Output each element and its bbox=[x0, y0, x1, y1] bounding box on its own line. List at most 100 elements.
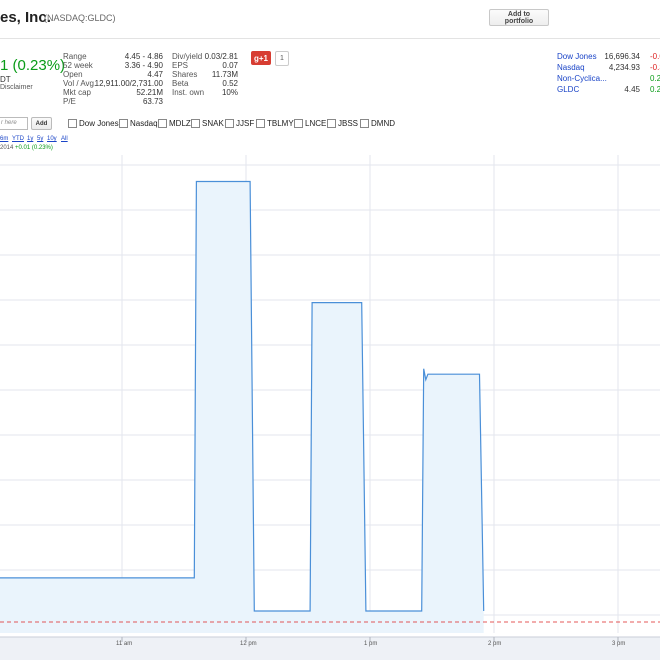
market-name-link[interactable]: Non-Cyclica... bbox=[557, 74, 607, 83]
market-row: Non-Cyclica... 0.2 bbox=[556, 74, 660, 85]
market-value: 4,234.93 bbox=[608, 63, 640, 72]
finance-page: es, Inc. (NASDAQ:GLDC) Add to portfolio … bbox=[0, 0, 660, 660]
stat-value: 63.73 bbox=[142, 97, 163, 106]
market-change: -0.3 bbox=[650, 63, 660, 72]
checkbox-icon bbox=[225, 118, 234, 128]
compare-checkbox-mdlz[interactable]: MDLZ bbox=[158, 117, 191, 129]
stat-row: 52 week 3.36 - 4.90 bbox=[63, 61, 163, 70]
stat-row: Open 4.47 bbox=[63, 70, 163, 79]
stat-value: 52.21M bbox=[136, 88, 163, 97]
stat-row: Shares 11.73M bbox=[172, 70, 238, 79]
stat-label: Div/yield bbox=[172, 52, 203, 61]
stat-label: Shares bbox=[172, 70, 198, 79]
compare-label: Nasdaq bbox=[130, 118, 158, 128]
compare-add-button[interactable]: Add bbox=[31, 117, 52, 130]
stat-row: Range 4.45 - 4.86 bbox=[63, 52, 163, 61]
time-axis-band bbox=[0, 637, 660, 660]
price-change: 1 (0.23%) bbox=[0, 57, 66, 74]
compare-label: JJSF bbox=[236, 118, 255, 128]
time-tick-label: 3 pm bbox=[612, 641, 625, 647]
key-stats-left: Range 4.45 - 4.86 52 week 3.36 - 4.90 Open… bbox=[63, 52, 163, 106]
price-chart-svg: 11 am 12 pm 1 pm 2 pm 3 pm bbox=[0, 155, 660, 660]
stat-value: 4.45 - 4.86 bbox=[124, 52, 163, 61]
stat-value: 11.73M bbox=[211, 70, 238, 79]
header: es, Inc. (NASDAQ:GLDC) Add to portfolio bbox=[0, 0, 660, 38]
compare-symbol-input[interactable]: r here bbox=[0, 117, 28, 130]
stat-row: Vol / Avg. 12,911.00/2,731.00 bbox=[63, 79, 163, 88]
compare-checkbox-jbss[interactable]: JBSS bbox=[327, 117, 358, 129]
stat-value: 0.03/2.81 bbox=[204, 52, 238, 61]
market-name-link[interactable]: Dow Jones bbox=[557, 52, 597, 61]
checkbox-icon bbox=[68, 118, 77, 128]
range-link-all[interactable]: All bbox=[61, 136, 68, 142]
stat-value: 0.52 bbox=[222, 79, 238, 88]
market-row: GLDC 4.45 0.2 bbox=[556, 85, 660, 96]
market-change: -0.0 bbox=[650, 52, 660, 61]
range-link-ytd[interactable]: YTD bbox=[12, 136, 24, 142]
range-link-10y[interactable]: 10y bbox=[47, 136, 57, 142]
chart-subtitle: 2014 +0.01 (0.23%) bbox=[0, 145, 53, 151]
stat-value: 4.47 bbox=[147, 70, 163, 79]
stat-label: P/E bbox=[63, 97, 76, 106]
compare-label: DMND bbox=[371, 118, 395, 128]
checkbox-icon bbox=[327, 118, 336, 128]
compare-label: Dow Jones bbox=[79, 118, 119, 128]
stat-label: Inst. own bbox=[172, 88, 205, 97]
chart-change: +0.01 (0.23%) bbox=[15, 145, 53, 151]
compare-checkbox-nasdaq[interactable]: Nasdaq bbox=[119, 117, 158, 129]
market-change: 0.2 bbox=[650, 74, 660, 83]
market-change: 0.2 bbox=[650, 85, 660, 94]
checkbox-icon bbox=[119, 118, 128, 128]
compare-checkbox-jjsf[interactable]: JJSF bbox=[225, 117, 254, 129]
range-link-1y[interactable]: 1y bbox=[27, 136, 33, 142]
chart-date: 2014 bbox=[0, 145, 14, 151]
checkbox-icon bbox=[191, 118, 200, 128]
stat-label: EPS bbox=[172, 61, 189, 70]
time-tick-label: 1 pm bbox=[364, 641, 377, 647]
time-tick-label: 11 am bbox=[116, 641, 132, 647]
compare-label: TBLMY bbox=[267, 118, 294, 128]
compare-checkbox-lnce[interactable]: LNCE bbox=[294, 117, 326, 129]
market-value: 4.45 bbox=[624, 85, 640, 94]
stat-label: Range bbox=[63, 52, 87, 61]
stat-row: Beta 0.52 bbox=[172, 79, 238, 88]
checkbox-icon bbox=[158, 118, 167, 128]
stat-label: Open bbox=[63, 70, 83, 79]
compare-label: LNCE bbox=[305, 118, 327, 128]
compare-label: JBSS bbox=[338, 118, 359, 128]
time-tick-label: 12 pm bbox=[240, 641, 257, 647]
ticker-symbol: (NASDAQ:GLDC) bbox=[44, 13, 116, 23]
stat-value: 12,911.00/2,731.00 bbox=[94, 79, 163, 88]
add-to-portfolio-button[interactable]: Add to portfolio bbox=[489, 9, 549, 26]
checkbox-icon bbox=[360, 118, 369, 128]
checkbox-icon bbox=[294, 118, 303, 128]
compare-label: MDLZ bbox=[169, 118, 191, 128]
market-row: Dow Jones 16,696.34 -0.0 bbox=[556, 52, 660, 63]
compare-checkbox-tblmy[interactable]: TBLMY bbox=[256, 117, 294, 129]
stat-row: P/E 63.73 bbox=[63, 97, 163, 106]
timezone-label: DT bbox=[0, 75, 11, 84]
market-name-link[interactable]: Nasdaq bbox=[557, 63, 585, 72]
price-chart[interactable]: 11 am 12 pm 1 pm 2 pm 3 pm bbox=[0, 155, 660, 660]
market-name-link[interactable]: GLDC bbox=[557, 85, 579, 94]
stat-value: 3.36 - 4.90 bbox=[124, 61, 163, 70]
compare-checkbox-snak[interactable]: SNAK bbox=[191, 117, 224, 129]
price-area bbox=[0, 181, 484, 633]
compare-checkbox-dow-jones[interactable]: Dow Jones bbox=[68, 117, 119, 129]
range-link-6m[interactable]: 6m bbox=[0, 136, 8, 142]
disclaimer-link[interactable]: Disclaimer bbox=[0, 84, 33, 91]
stat-value: 10% bbox=[221, 88, 238, 97]
stat-row: EPS 0.07 bbox=[172, 61, 238, 70]
google-plus-one-button[interactable]: g+1 bbox=[251, 51, 271, 65]
stat-label: Mkt cap bbox=[63, 88, 92, 97]
stat-value: 0.07 bbox=[222, 61, 238, 70]
stat-row: Div/yield 0.03/2.81 bbox=[172, 52, 238, 61]
stat-label: Beta bbox=[172, 79, 189, 88]
stat-label: Vol / Avg. bbox=[63, 79, 97, 88]
stat-row: Mkt cap 52.21M bbox=[63, 88, 163, 97]
stat-row: Inst. own 10% bbox=[172, 88, 238, 97]
compare-checkbox-dmnd[interactable]: DMND bbox=[360, 117, 395, 129]
range-link-5y[interactable]: 5y bbox=[37, 136, 43, 142]
time-tick-label: 2 pm bbox=[488, 641, 501, 647]
stat-label: 52 week bbox=[63, 61, 93, 70]
